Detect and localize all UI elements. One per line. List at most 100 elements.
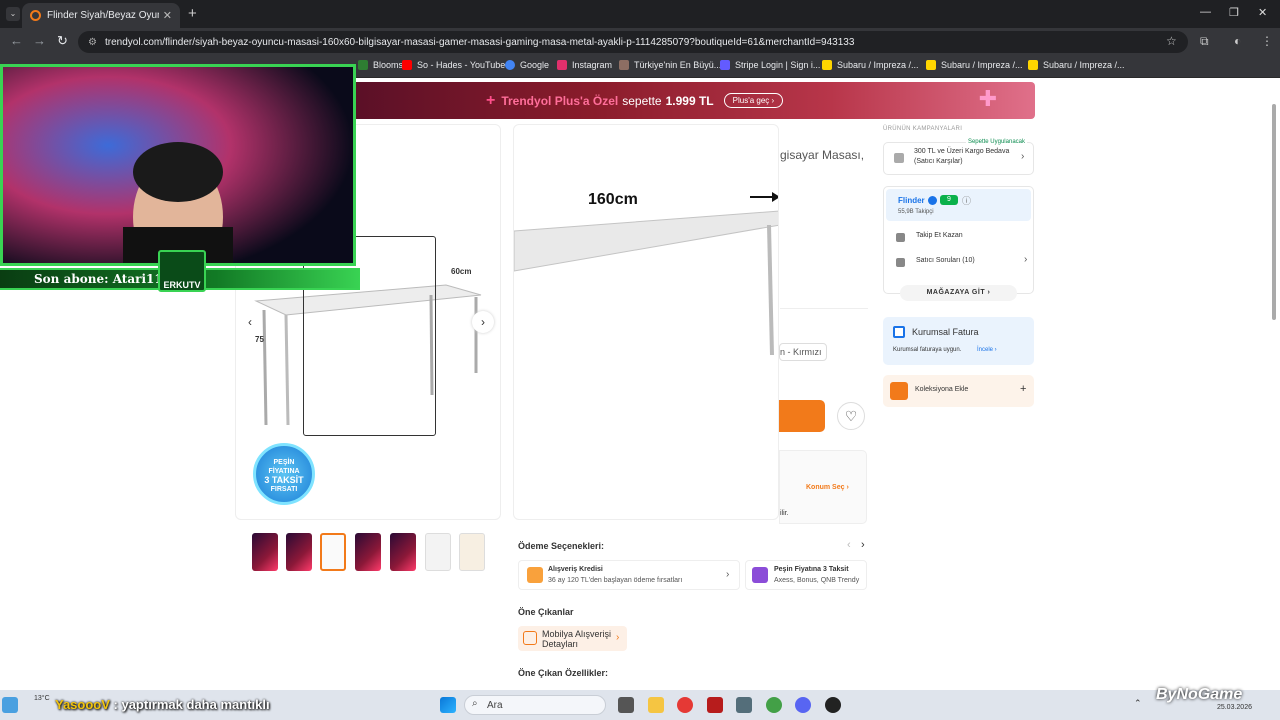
new-tab-icon[interactable]: + [188, 5, 197, 22]
plus-button[interactable]: Plus'a geç › [723, 93, 784, 108]
go-to-store-button[interactable]: MAĞAZAYA GİT › [900, 285, 1017, 301]
site-icon [619, 60, 629, 70]
furniture-details-chip[interactable]: Mobilya Alışverişi Detayları › [518, 626, 627, 651]
banner-brand: Trendyol Plus'a Özel [501, 93, 619, 108]
dimension-60-label: 60cm [451, 267, 472, 276]
thumbnail[interactable] [355, 533, 381, 571]
browser-menu-icon[interactable]: ⋮ [1261, 34, 1273, 48]
thumbnail-selected[interactable] [320, 533, 346, 571]
zoom-lens[interactable] [303, 236, 436, 436]
close-window-icon[interactable]: ✕ [1258, 6, 1267, 19]
browser-tab[interactable]: Flinder Siyah/Beyaz Oyuncu Ma ✕ [22, 3, 180, 28]
chevron-right-icon: › [1021, 151, 1025, 162]
chrome-icon[interactable] [677, 697, 693, 713]
seller-rating-badge: 9 [940, 195, 958, 205]
stream-chat-message: YasoooV : yaptırmak daha mantıklı [55, 697, 270, 712]
thumbnail[interactable] [459, 533, 485, 571]
weather-icon[interactable] [2, 697, 18, 713]
furniture-icon [523, 631, 537, 645]
seller-name: Flinder [898, 196, 925, 205]
thumbnail[interactable] [425, 533, 451, 571]
add-to-cart-button[interactable] [779, 400, 825, 432]
profile-icon[interactable]: ◐ [1234, 34, 1241, 48]
features-heading: Öne Çıkan Özellikler: [518, 668, 609, 678]
discord-icon[interactable] [795, 697, 811, 713]
info-icon[interactable]: ⓘ [962, 194, 971, 207]
app-icon[interactable] [736, 697, 752, 713]
app-icon[interactable] [707, 697, 723, 713]
chat-icon [896, 258, 905, 267]
bookmark-star-icon[interactable]: ☆ [1166, 34, 1177, 48]
bookmark-item[interactable]: Stripe Login | Sign i... [720, 60, 820, 70]
decoration-plus-icon: ✚ [978, 86, 997, 111]
follow-earn-link[interactable]: Takip Et Kazan [916, 232, 963, 239]
subaru-icon [926, 60, 936, 70]
file-explorer-icon[interactable] [648, 697, 664, 713]
payment-option-installment[interactable]: Peşin Fiyatına 3 Taksit Axess, Bonus, QN… [745, 560, 867, 590]
chat-username: YasoooV [55, 697, 110, 712]
highlights-heading: Öne Çıkanlar [518, 607, 574, 617]
streamer-logo: ERKUTV [158, 250, 206, 292]
seller-questions-link[interactable]: Satıcı Soruları (10) [916, 257, 975, 264]
seller-card: Flinder 9 ⓘ 55,9B Takipçi Takip Et Kazan… [883, 186, 1034, 301]
close-tab-icon[interactable]: ✕ [163, 9, 172, 22]
bookmark-icon [890, 382, 908, 400]
add-to-collection-card[interactable]: Koleksiyona Ekle + [883, 375, 1034, 407]
search-icon: ⌕ [472, 698, 478, 709]
bookmark-item[interactable]: Google [505, 60, 549, 70]
favorite-heart-icon[interactable]: ♡ [837, 402, 865, 430]
delivery-note: ilir. [780, 510, 789, 517]
corporate-invoice-card[interactable]: Kurumsal Fatura Kurumsal faturaya uygun.… [883, 317, 1034, 365]
maximize-icon[interactable]: ❐ [1229, 6, 1239, 19]
chevron-right-icon: › [726, 569, 730, 580]
payment-prev-icon[interactable]: ‹ [847, 539, 851, 551]
installment-badge: PEŞİN FİYATINA 3 TAKSİT FIRSATI [253, 443, 315, 505]
payment-option-credit[interactable]: Alışveriş Kredisi 36 ay 120 TL'den başla… [518, 560, 740, 590]
gallery-prev-icon[interactable]: ‹ [248, 315, 252, 329]
reload-icon[interactable]: ↻ [57, 33, 68, 49]
obs-icon[interactable] [825, 697, 841, 713]
bookmark-item[interactable]: Subaru / Impreza /... [926, 60, 1023, 70]
google-icon [505, 60, 515, 70]
corp-inspect-link[interactable]: İncele › [977, 347, 997, 353]
dimension-160-label: 160cm [588, 191, 638, 208]
chrome-active-icon[interactable] [766, 697, 782, 713]
product-title: gisayar Masası, [780, 148, 865, 162]
bookmark-item[interactable]: So - Hades - YouTube [402, 60, 505, 70]
campaign-card[interactable]: Sepette Uygulanacak 300 TL ve Üzeri Karg… [883, 139, 1034, 175]
bookmark-item[interactable]: Subaru / Impreza /... [822, 60, 919, 70]
plus-banner[interactable]: + Trendyol Plus'a Özel sepette 1.999 TL … [356, 82, 1035, 119]
seller-header[interactable]: Flinder 9 ⓘ 55,9B Takipçi [886, 189, 1031, 221]
invoice-icon [893, 326, 905, 338]
browser-toolbar: ← → ↻ ⚙ trendyol.com/flinder/siyah-beyaz… [0, 28, 1280, 56]
back-icon[interactable]: ← [10, 33, 23, 48]
select-location-link[interactable]: Konum Seç › [806, 484, 849, 491]
bookmark-item[interactable]: Instagram [557, 60, 612, 70]
bookmark-item[interactable]: Türkiye'nin En Büyü... [619, 60, 721, 70]
payment-heading: Ödeme Seçenekleri: [518, 541, 605, 551]
tab-strip: ⌄ Flinder Siyah/Beyaz Oyuncu Ma ✕ + — ❐ … [0, 0, 1280, 28]
plus-icon[interactable]: + [1020, 383, 1026, 395]
payment-next-icon[interactable]: › [861, 539, 865, 551]
thumbnail[interactable] [252, 533, 278, 571]
thumbnail[interactable] [390, 533, 416, 571]
subaru-icon [1028, 60, 1038, 70]
forward-icon[interactable]: → [33, 33, 46, 48]
thumbnail[interactable] [286, 533, 312, 571]
bookmark-item[interactable]: Subaru / Impreza /... [1028, 60, 1125, 70]
taskbar-search[interactable]: ⌕ Ara [464, 695, 606, 715]
site-info-icon[interactable]: ⚙ [88, 37, 97, 48]
minimize-icon[interactable]: — [1200, 6, 1211, 18]
tray-chevron-icon[interactable]: ⌃ [1134, 698, 1142, 709]
gallery-next-icon[interactable]: › [472, 311, 494, 333]
address-bar[interactable]: ⚙ trendyol.com/flinder/siyah-beyaz-oyunc… [78, 31, 1188, 53]
page-scrollbar[interactable] [1272, 104, 1276, 320]
task-view-icon[interactable] [618, 697, 634, 713]
shopping-bag-icon [527, 567, 543, 583]
windows-start-icon[interactable] [440, 697, 456, 713]
variant-chip[interactable]: n - Kırmızı [779, 343, 827, 361]
subaru-icon [822, 60, 832, 70]
banner-price: 1.999 TL [665, 93, 714, 108]
tab-search-menu[interactable]: ⌄ [6, 7, 20, 21]
extensions-icon[interactable]: ⧉ [1200, 34, 1209, 49]
